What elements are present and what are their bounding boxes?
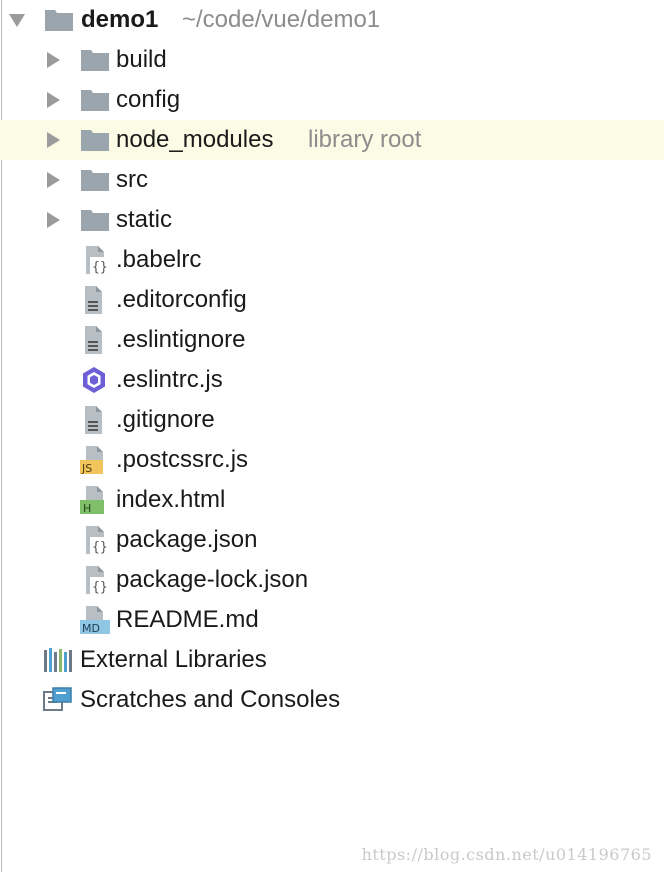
tree-file-row[interactable]: {} package-lock.json (0, 560, 664, 600)
libraries-icon (43, 647, 72, 675)
watermark-url: https://blog.csdn.net/u014196765 (361, 845, 652, 864)
folder-label: src (116, 166, 148, 193)
external-libraries-row[interactable]: External Libraries (0, 640, 664, 680)
folder-icon (80, 86, 109, 114)
text-file-icon (80, 285, 108, 314)
chevron-right-icon[interactable] (47, 172, 60, 188)
root-folder-path: ~/code/vue/demo1 (182, 6, 381, 33)
json-badge-text: {} (92, 540, 108, 555)
tree-file-row[interactable]: .eslintignore (0, 320, 664, 360)
tree-folder-row[interactable]: static (0, 200, 664, 240)
html-badge-text: H (83, 502, 91, 515)
tree-file-row[interactable]: .eslintrc.js (0, 360, 664, 400)
scratches-icon (43, 687, 72, 715)
tree-file-row[interactable]: H index.html (0, 480, 664, 520)
json-badge-text: {} (92, 580, 108, 595)
text-file-icon (80, 325, 108, 354)
tree-file-row[interactable]: JS .postcssrc.js (0, 440, 664, 480)
library-root-hint: library root (308, 126, 422, 153)
folder-label: static (116, 206, 173, 233)
file-label: README.md (116, 606, 259, 633)
json-badge-text: {} (92, 260, 108, 275)
chevron-right-icon[interactable] (47, 212, 60, 228)
folder-label: config (116, 86, 181, 113)
chevron-right-icon[interactable] (47, 52, 60, 68)
tree-folder-row[interactable]: src (0, 160, 664, 200)
chevron-down-icon[interactable] (9, 14, 25, 27)
tree-file-row[interactable]: .editorconfig (0, 280, 664, 320)
folder-label: build (116, 46, 167, 73)
file-label: index.html (116, 486, 226, 513)
js-badge-text: JS (81, 462, 92, 475)
tree-file-row[interactable]: .gitignore (0, 400, 664, 440)
project-tree[interactable]: demo1 ~/code/vue/demo1 build config node… (0, 0, 664, 720)
folder-icon (44, 6, 73, 34)
file-label: .eslintignore (116, 326, 246, 353)
file-label: .postcssrc.js (116, 446, 249, 473)
js-file-icon: JS (80, 445, 108, 475)
folder-icon (80, 126, 109, 154)
file-label: .gitignore (116, 406, 215, 433)
root-folder-name: demo1 (81, 6, 159, 33)
file-label: .babelrc (116, 246, 202, 273)
file-label: package-lock.json (116, 566, 309, 593)
json-config-icon: {} (80, 525, 109, 555)
scratches-label: Scratches and Consoles (80, 686, 341, 713)
folder-icon (80, 46, 109, 74)
eslint-icon (80, 366, 108, 394)
folder-icon (80, 166, 109, 194)
json-config-icon: {} (80, 565, 109, 595)
json-config-icon: {} (80, 245, 109, 275)
file-label: package.json (116, 526, 258, 553)
tree-folder-row-selected[interactable]: node_modules library root (0, 120, 664, 160)
tree-root-row[interactable]: demo1 ~/code/vue/demo1 (0, 0, 664, 40)
folder-icon (80, 206, 109, 234)
tree-file-row[interactable]: MD README.md (0, 600, 664, 640)
folder-label: node_modules (116, 126, 274, 153)
text-file-icon (80, 405, 108, 434)
tree-folder-row[interactable]: config (0, 80, 664, 120)
file-label: .editorconfig (116, 286, 247, 313)
external-libraries-label: External Libraries (80, 646, 267, 673)
scratches-row[interactable]: Scratches and Consoles (0, 680, 664, 720)
chevron-right-icon[interactable] (47, 92, 60, 108)
md-badge-text: MD (82, 622, 100, 635)
tree-file-row[interactable]: {} .babelrc (0, 240, 664, 280)
markdown-file-icon: MD (80, 605, 110, 635)
chevron-right-icon[interactable] (47, 132, 60, 148)
html-file-icon: H (80, 485, 108, 515)
tree-folder-row[interactable]: build (0, 40, 664, 80)
file-label: .eslintrc.js (116, 366, 223, 393)
tree-file-row[interactable]: {} package.json (0, 520, 664, 560)
